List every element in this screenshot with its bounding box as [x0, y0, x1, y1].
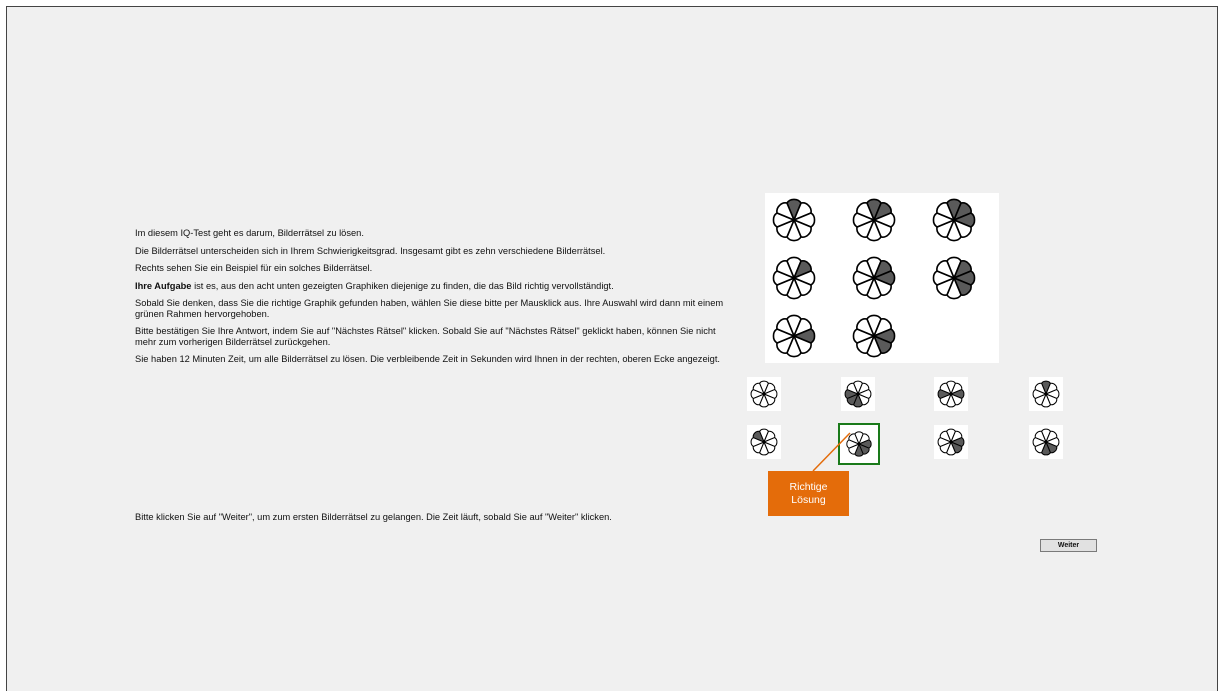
- flower-icon: [844, 380, 872, 408]
- task-description: ist es, aus den acht unten gezeigten Gra…: [191, 280, 614, 291]
- flower-icon: [932, 256, 976, 300]
- flower-icon: [852, 198, 896, 242]
- intro-paragraph: Im diesem IQ-Test geht es darum, Bilderr…: [135, 228, 364, 238]
- flower-icon: [852, 256, 896, 300]
- flower-icon: [750, 380, 778, 408]
- answer-option[interactable]: [934, 425, 968, 459]
- answer-option[interactable]: [841, 377, 875, 411]
- instructions-text: Im diesem IQ-Test geht es darum, Bilderr…: [135, 228, 725, 372]
- flower-icon: [750, 428, 778, 456]
- answer-option-selected[interactable]: [838, 423, 880, 465]
- flower-icon: [1032, 380, 1060, 408]
- puzzle-cell: [765, 251, 823, 305]
- answer-option[interactable]: [747, 377, 781, 411]
- puzzle-cell: [925, 251, 983, 305]
- confirm-paragraph: Bitte bestätigen Sie Ihre Antwort, indem…: [135, 326, 716, 347]
- puzzle-cell: [765, 193, 823, 247]
- flower-icon: [1032, 428, 1060, 456]
- puzzle-cell: [845, 309, 903, 363]
- difficulty-paragraph: Die Bilderrätsel unterscheiden sich in I…: [135, 245, 606, 256]
- answer-option[interactable]: [934, 377, 968, 411]
- selection-paragraph: Sobald Sie denken, dass Sie die richtige…: [135, 298, 724, 319]
- puzzle-cell: [845, 193, 903, 247]
- puzzle-cell: [925, 193, 983, 247]
- flower-icon: [937, 428, 965, 456]
- time-paragraph: Sie haben 12 Minuten Zeit, um alle Bilde…: [135, 354, 721, 364]
- correct-solution-callout: Richtige Lösung: [768, 471, 849, 516]
- callout-line-1: Richtige: [789, 480, 828, 493]
- callout-line-2: Lösung: [791, 493, 826, 506]
- puzzle-cell: [765, 309, 823, 363]
- flower-icon: [937, 380, 965, 408]
- continue-instruction: Bitte klicken Sie auf "Weiter", um zum e…: [135, 512, 612, 522]
- flower-icon: [932, 198, 976, 242]
- answer-option[interactable]: [1029, 425, 1063, 459]
- answer-option[interactable]: [1029, 377, 1063, 411]
- flower-icon: [846, 431, 872, 457]
- task-paragraph: Ihre Aufgabe ist es, aus den acht unten …: [135, 281, 725, 292]
- answer-option[interactable]: [747, 425, 781, 459]
- flower-icon: [772, 256, 816, 300]
- example-paragraph: Rechts sehen Sie ein Beispiel für ein so…: [135, 263, 373, 273]
- flower-icon: [772, 314, 816, 358]
- puzzle-cell: [845, 251, 903, 305]
- task-label: Ihre Aufgabe: [135, 280, 192, 291]
- flower-icon: [772, 198, 816, 242]
- flower-icon: [852, 314, 896, 358]
- puzzle-matrix: [765, 193, 999, 363]
- weiter-button[interactable]: Weiter: [1040, 539, 1097, 552]
